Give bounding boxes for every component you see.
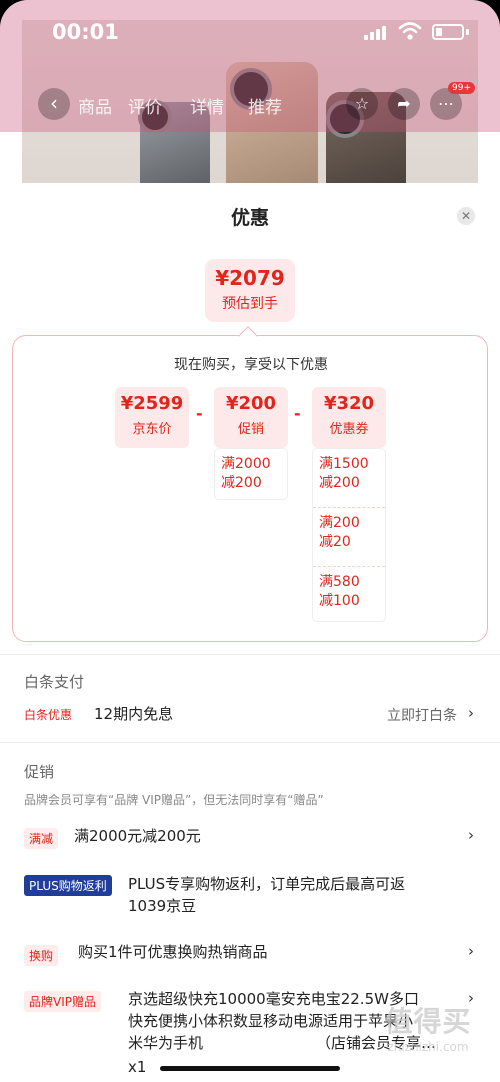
watermark-url: zhizhizhi.com	[387, 1040, 469, 1054]
plus-tag: PLUS购物返利	[24, 875, 112, 896]
promo-section-title: 促销	[24, 763, 55, 781]
promo-text: PLUS专享购物返利，订单完成后最高可返	[128, 875, 406, 893]
watermark-text: 值得买	[384, 1005, 472, 1038]
baitiao-action[interactable]: 立即打白条	[387, 705, 457, 725]
promo-text-line2: 1039京豆	[128, 897, 197, 915]
rule-line: 满200	[319, 515, 360, 531]
promo-rule: 满2000 减200	[215, 449, 287, 499]
estimated-price-label: 预估到手	[222, 296, 278, 312]
rule-line: 满1500	[319, 456, 369, 472]
promo-tag: 换购	[24, 945, 59, 966]
notification-badge: 99+	[448, 82, 475, 94]
back-icon[interactable]: ‹	[38, 88, 70, 120]
jd-price-label: 京东价	[132, 422, 172, 437]
battery-icon	[432, 24, 464, 40]
favorite-icon[interactable]: ☆	[346, 88, 378, 120]
coupon-rules: 满1500 减200 满200 减20 满580 减100	[312, 448, 386, 622]
promo-text: 购买1件可优惠换购热销商品	[78, 943, 268, 961]
estimated-price-pill: ¥2079 预估到手	[205, 259, 295, 322]
status-time: 00:01	[52, 20, 119, 44]
rule-line: 满2000	[221, 456, 271, 472]
rule-line: 减100	[319, 593, 360, 609]
estimated-price: ¥2079	[215, 266, 285, 290]
coupon-label: 优惠券	[329, 422, 369, 437]
coupon-rule: 满200 减20	[313, 507, 385, 566]
gift-quantity: x1	[128, 1058, 147, 1076]
discount-sheet: 优惠 ✕ ¥2079 预估到手 现在购买，享受以下优惠 ¥2599 京东价 - …	[0, 183, 500, 1082]
jd-price-amount: ¥2599	[120, 393, 184, 414]
tab-details[interactable]: 详情	[190, 93, 224, 118]
promo-rules: 满2000 减200	[214, 448, 288, 500]
rule-line: 减200	[221, 475, 262, 491]
promo-card: ¥200 促销	[214, 387, 288, 448]
promo-tag: 满减	[24, 828, 59, 849]
section-divider	[0, 742, 500, 743]
tab-recommend[interactable]: 推荐	[248, 93, 282, 118]
baitiao-tag: 白条优惠	[24, 708, 73, 722]
promo-tag: 品牌VIP赠品	[24, 991, 101, 1012]
close-icon[interactable]: ✕	[457, 207, 475, 225]
tab-product[interactable]: 商品	[78, 93, 112, 118]
promo-amount: ¥200	[225, 393, 277, 414]
minus-sign: -	[294, 404, 301, 423]
minus-sign: -	[196, 404, 203, 423]
rule-line: 减200	[319, 475, 360, 491]
baitiao-section-title: 白条支付	[24, 673, 85, 691]
sheet-title: 优惠	[230, 207, 269, 229]
product-nav-bar: ‹ 商品 评价 详情 推荐 ☆ ➦ ⋯ 99+	[0, 82, 500, 124]
coupon-rule: 满580 减100	[313, 566, 385, 621]
rule-line: 减20	[319, 534, 351, 550]
watermark-logo: 值得买 zhizhizhi.com	[362, 1000, 494, 1054]
coupon-amount: ¥320	[323, 393, 375, 414]
baitiao-text: 12期内免息	[94, 705, 174, 723]
chevron-right-icon: ›	[468, 942, 474, 960]
wifi-icon	[398, 22, 422, 40]
promo-note: 品牌会员可享有“品牌 VIP赠品”，但无法同时享有“赠品”	[24, 793, 324, 807]
coupon-rule: 满1500 减200	[313, 449, 385, 507]
section-divider	[0, 654, 500, 655]
share-icon[interactable]: ➦	[388, 88, 420, 120]
home-indicator[interactable]	[160, 1066, 340, 1071]
discount-calculation: 现在购买，享受以下优惠 ¥2599 京东价 - ¥200 促销 - ¥320 优…	[12, 335, 488, 642]
rule-line: 满580	[319, 574, 360, 590]
calc-title: 现在购买，享受以下优惠	[174, 357, 328, 373]
battery-tip	[466, 29, 469, 35]
status-bar: 00:01	[0, 0, 500, 60]
chevron-right-icon: ›	[468, 826, 474, 844]
tab-reviews[interactable]: 评价	[128, 93, 162, 118]
chevron-right-icon: ›	[468, 704, 474, 722]
gift-text-line3: 米华为手机	[128, 1034, 204, 1052]
jd-price-card: ¥2599 京东价	[115, 387, 189, 448]
coupon-card: ¥320 优惠券	[312, 387, 386, 448]
promo-text: 满2000元减200元	[74, 827, 201, 845]
signal-icon	[364, 24, 386, 40]
promo-label: 促销	[237, 422, 264, 437]
